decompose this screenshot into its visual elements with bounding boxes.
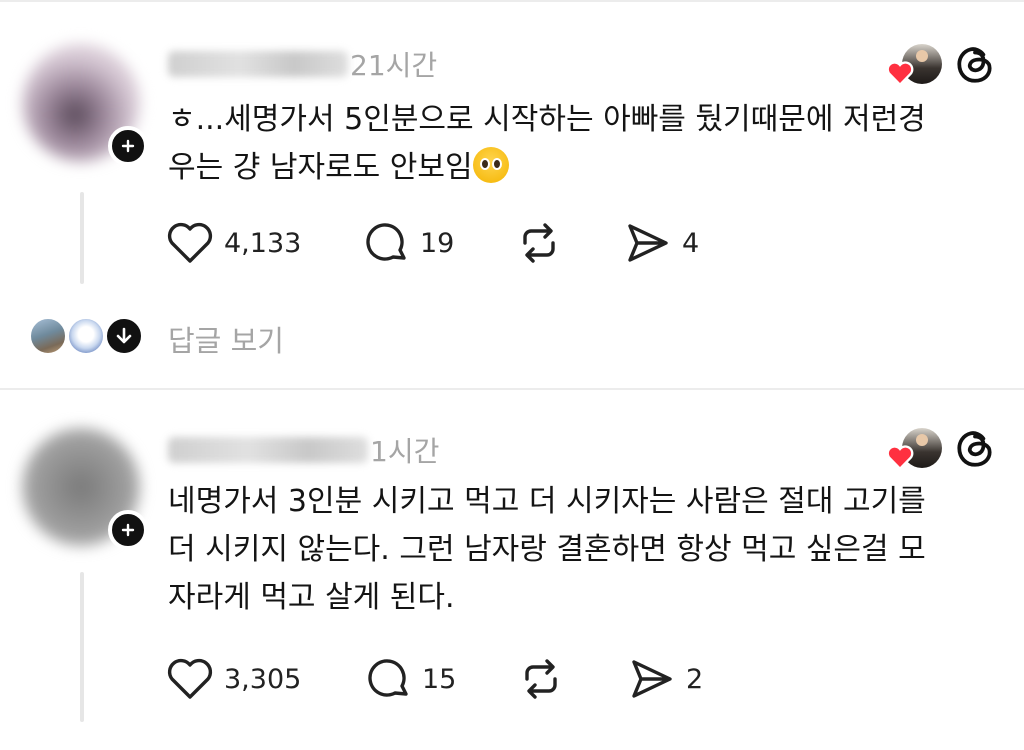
post-header: 21시간 [168,44,437,82]
repost-icon [525,659,557,699]
plus-icon [121,139,135,153]
action-bar: 4,133 19 4 [166,218,726,268]
username-blurred[interactable] [168,51,348,77]
repost-icon [523,223,555,263]
post-1-right-icons [886,44,992,88]
like-count: 3,305 [224,663,302,695]
post-2-avatar-wrap[interactable] [22,428,148,552]
comment-bubble-icon [366,223,406,261]
like-count: 4,133 [224,227,302,259]
threads-logo-icon[interactable] [954,42,996,86]
repost-button[interactable] [516,218,562,268]
arrow-down-icon [116,327,132,344]
like-button[interactable]: 3,305 [166,654,301,704]
view-replies-label[interactable]: 답글 보기 [168,318,284,360]
comment-button[interactable]: 19 [364,218,454,268]
send-icon [632,660,672,698]
post-text-line: ㅎ...세명가서 5인분으로 시작하는 아빠를 뒀기때문에 저런경 [168,102,926,137]
send-icon [628,224,668,262]
username-blurred[interactable] [168,437,368,463]
post-text-line: 더 시키지 않는다. 그런 남자랑 결혼하면 항상 먹고 싶은걸 모 [168,532,926,567]
heart-badge-icon [886,61,914,86]
post-time: 1시간 [370,435,440,468]
post-text-segment: 우는 걍 남자로도 안보임 [168,150,473,185]
thread-line [80,192,84,284]
comment-button[interactable]: 15 [366,654,456,704]
comment-bubble-icon [368,659,408,697]
action-bar: 3,305 15 2 [166,654,726,704]
comment-count: 15 [422,663,457,695]
heart-icon [167,222,213,263]
heart-badge-icon [886,445,914,470]
reply-avatar [28,316,68,356]
post-1-avatar-wrap[interactable] [22,44,148,168]
reply-avatar [66,316,106,356]
post-1: 21시간 ㅎ...세명가서 5인분으로 시작하는 아빠를 뒀기때문에 저런경 우… [0,0,1024,390]
share-count: 4 [682,227,700,259]
comment-count: 19 [420,227,455,259]
share-count: 2 [686,663,704,695]
plus-icon [121,523,135,537]
post-time: 21시간 [350,49,438,82]
post-header: 1시간 [168,430,439,468]
heart-icon [167,658,213,699]
repost-button[interactable] [518,654,564,704]
expand-replies-button[interactable] [104,316,144,356]
share-button[interactable]: 2 [628,654,703,704]
post-text-line: 우는 걍 남자로도 안보임 [168,144,988,192]
post-text-line: 자라게 먹고 살게 된다. [168,580,455,615]
like-button[interactable]: 4,133 [166,218,301,268]
pleading-face-emoji [472,147,509,183]
post-2: 1시간 네명가서 3인분 시키고 먹고 더 시키자는 사람은 절대 고기를 더 … [0,390,1024,750]
post-body: 네명가서 3인분 시키고 먹고 더 시키자는 사람은 절대 고기를 더 시키지 … [168,478,988,622]
follow-plus-badge[interactable] [108,126,148,166]
post-body: ㅎ...세명가서 5인분으로 시작하는 아빠를 뒀기때문에 저런경 우는 걍 남… [168,96,988,192]
threads-logo-icon[interactable] [954,426,996,470]
follow-plus-badge[interactable] [108,510,148,550]
post-text-line: 네명가서 3인분 시키고 먹고 더 시키자는 사람은 절대 고기를 [168,484,926,519]
share-button[interactable]: 4 [624,218,699,268]
thread-line [80,572,84,722]
post-2-right-icons [886,428,992,472]
